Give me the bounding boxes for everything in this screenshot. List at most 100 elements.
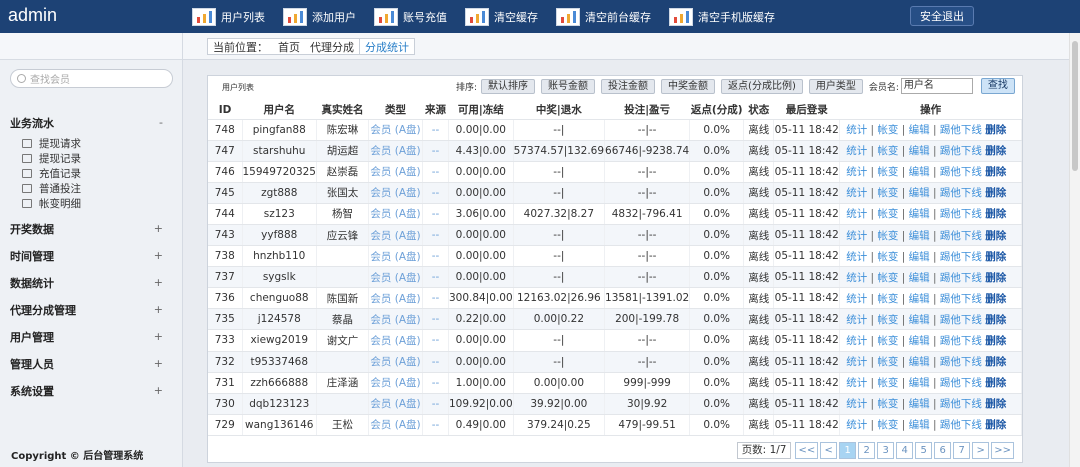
logout-button[interactable]: 安全退出 — [910, 6, 974, 26]
action-1[interactable]: 帐变 — [877, 124, 898, 136]
action-1[interactable]: 帐变 — [877, 251, 898, 263]
table-cell[interactable]: 会员 (A盘) — [368, 393, 423, 415]
action-1[interactable]: 帐变 — [877, 398, 898, 410]
page-button[interactable]: < — [820, 442, 838, 459]
sort-button-1[interactable]: 账号金额 — [541, 78, 596, 94]
table-cell[interactable]: 会员 (A盘) — [368, 203, 423, 225]
action-0[interactable]: 统计 — [846, 208, 867, 220]
page-button[interactable]: 6 — [934, 442, 952, 459]
member-search-input[interactable]: 查找会员 — [10, 69, 173, 88]
action-3[interactable]: 踢他下线 — [940, 230, 982, 242]
table-cell[interactable]: 会员 (A盘) — [368, 119, 423, 141]
page-button[interactable]: 3 — [877, 442, 895, 459]
sidebar-item-0[interactable]: 提现请求 — [0, 136, 183, 151]
action-3[interactable]: 踢他下线 — [940, 419, 982, 431]
action-4[interactable]: 删除 — [985, 272, 1006, 284]
action-1[interactable]: 帐变 — [877, 187, 898, 199]
action-4[interactable]: 删除 — [985, 398, 1006, 410]
nav-item-3[interactable]: 清空缓存 — [465, 7, 538, 26]
action-2[interactable]: 编辑 — [909, 293, 930, 305]
table-cell[interactable]: 会员 (A盘) — [368, 140, 423, 162]
action-0[interactable]: 统计 — [846, 124, 867, 136]
sidebar-item-1[interactable]: 提现记录 — [0, 151, 183, 166]
action-4[interactable]: 删除 — [985, 208, 1006, 220]
action-1[interactable]: 帐变 — [877, 293, 898, 305]
find-button[interactable]: 查找 — [980, 78, 1015, 94]
action-1[interactable]: 帐变 — [877, 208, 898, 220]
action-2[interactable]: 编辑 — [909, 145, 930, 157]
sidebar-group-0[interactable]: 业务流水 - — [0, 109, 183, 136]
action-2[interactable]: 编辑 — [909, 208, 930, 220]
action-3[interactable]: 踢他下线 — [940, 377, 982, 389]
action-0[interactable]: 统计 — [846, 335, 867, 347]
action-3[interactable]: 踢他下线 — [940, 166, 982, 178]
action-4[interactable]: 删除 — [985, 145, 1006, 157]
sidebar-group-2[interactable]: 时间管理 + — [0, 242, 183, 269]
action-4[interactable]: 删除 — [985, 293, 1006, 305]
action-2[interactable]: 编辑 — [909, 356, 930, 368]
sidebar-group-3[interactable]: 数据统计 + — [0, 269, 183, 296]
table-cell[interactable]: 会员 (A盘) — [368, 224, 423, 247]
action-2[interactable]: 编辑 — [909, 272, 930, 284]
action-1[interactable]: 帐变 — [877, 230, 898, 242]
page-button[interactable]: > — [972, 442, 990, 459]
action-2[interactable]: 编辑 — [909, 187, 930, 199]
action-0[interactable]: 统计 — [846, 272, 867, 284]
action-4[interactable]: 删除 — [985, 166, 1006, 178]
sidebar-group-6[interactable]: 管理人员 + — [0, 350, 183, 377]
action-0[interactable]: 统计 — [846, 145, 867, 157]
nav-item-0[interactable]: 用户列表 — [192, 7, 265, 26]
action-1[interactable]: 帐变 — [877, 145, 898, 157]
nav-item-1[interactable]: 添加用户 — [283, 7, 356, 26]
action-2[interactable]: 编辑 — [909, 166, 930, 178]
member-name-input[interactable]: 用户名 — [900, 78, 973, 94]
action-3[interactable]: 踢他下线 — [940, 187, 982, 199]
page-button[interactable]: << — [795, 442, 819, 459]
action-4[interactable]: 删除 — [985, 251, 1006, 263]
table-cell[interactable]: 会员 (A盘) — [368, 182, 423, 204]
action-3[interactable]: 踢他下线 — [940, 314, 982, 326]
action-1[interactable]: 帐变 — [877, 314, 898, 326]
table-cell[interactable]: 会员 (A盘) — [368, 372, 423, 394]
action-2[interactable]: 编辑 — [909, 314, 930, 326]
page-scrollbar[interactable] — [1069, 33, 1080, 467]
sidebar-group-7[interactable]: 系统设置 + — [0, 377, 183, 404]
nav-item-5[interactable]: 清空手机版缓存 — [669, 7, 775, 26]
action-0[interactable]: 统计 — [846, 377, 867, 389]
sort-button-0[interactable]: 默认排序 — [481, 78, 536, 94]
action-3[interactable]: 踢他下线 — [940, 356, 982, 368]
page-button[interactable]: 2 — [858, 442, 876, 459]
action-4[interactable]: 删除 — [985, 419, 1006, 431]
table-cell[interactable]: 会员 (A盘) — [368, 329, 423, 352]
action-3[interactable]: 踢他下线 — [940, 145, 982, 157]
table-cell[interactable]: 会员 (A盘) — [368, 308, 423, 331]
nav-item-4[interactable]: 清空前台缓存 — [556, 7, 651, 26]
breadcrumb-home[interactable]: 首页 — [273, 38, 305, 55]
action-3[interactable]: 踢他下线 — [940, 335, 982, 347]
action-4[interactable]: 删除 — [985, 335, 1006, 347]
table-cell[interactable]: 会员 (A盘) — [368, 245, 423, 268]
sidebar-group-4[interactable]: 代理分成管理 + — [0, 296, 183, 323]
action-1[interactable]: 帐变 — [877, 272, 898, 284]
page-button[interactable]: >> — [991, 442, 1014, 459]
action-3[interactable]: 踢他下线 — [940, 251, 982, 263]
action-0[interactable]: 统计 — [846, 356, 867, 368]
sort-button-5[interactable]: 用户类型 — [808, 78, 863, 94]
table-cell[interactable]: 会员 (A盘) — [368, 287, 423, 310]
breadcrumb-agent[interactable]: 代理分成 — [305, 38, 359, 55]
sidebar-group-1[interactable]: 开奖数据 + — [0, 215, 183, 242]
action-3[interactable]: 踢他下线 — [940, 124, 982, 136]
action-2[interactable]: 编辑 — [909, 251, 930, 263]
action-0[interactable]: 统计 — [846, 230, 867, 242]
scrollbar-thumb[interactable] — [1072, 41, 1078, 171]
action-1[interactable]: 帐变 — [877, 335, 898, 347]
table-cell[interactable]: 会员 (A盘) — [368, 161, 423, 183]
action-2[interactable]: 编辑 — [909, 124, 930, 136]
action-0[interactable]: 统计 — [846, 251, 867, 263]
action-0[interactable]: 统计 — [846, 166, 867, 178]
action-2[interactable]: 编辑 — [909, 377, 930, 389]
table-cell[interactable]: 会员 (A盘) — [368, 414, 423, 436]
action-4[interactable]: 删除 — [985, 314, 1006, 326]
action-0[interactable]: 统计 — [846, 293, 867, 305]
action-4[interactable]: 删除 — [985, 230, 1006, 242]
